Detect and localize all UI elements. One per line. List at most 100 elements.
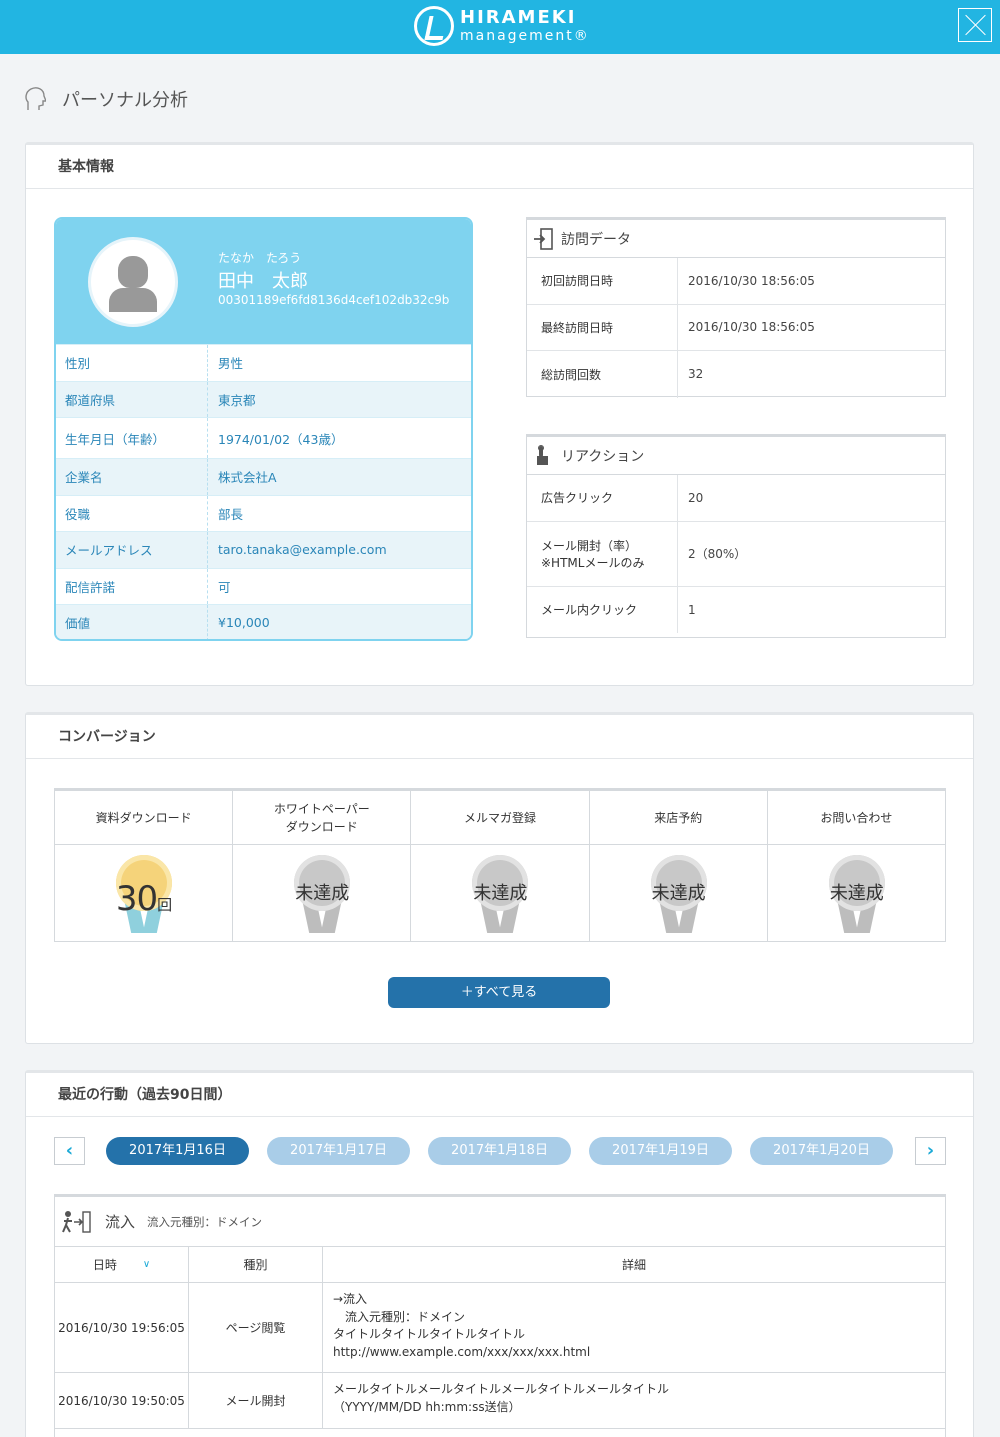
detail-line: →流入 (333, 1292, 368, 1306)
profile-row-label: 生年月日（年齢） (56, 418, 208, 458)
person-enter-icon (62, 1210, 91, 1233)
conversion-item: メルマガ登録 未達成 (411, 791, 590, 941)
profile-row: 都道府県 東京都 (56, 380, 471, 417)
reaction-row: メール内クリック 1 (527, 586, 945, 633)
silver-medal-icon: 未達成 (649, 855, 709, 945)
row-detail: メールタイトルメールタイトルメールタイトルメールタイトル （YYYY/MM/DD… (323, 1373, 945, 1428)
detail-url[interactable]: http://www.example.com/xxx/xxx/xxx.html (333, 1344, 935, 1362)
visit-value: 2016/10/30 18:56:05 (688, 273, 815, 288)
column-label: 日時 (92, 1258, 117, 1272)
profile-row-label: 都道府県 (56, 381, 208, 417)
conversion-name: 資料ダウンロード (55, 791, 233, 845)
profile-row-value: 株式会社A (218, 470, 277, 486)
profile-row: メールアドレス taro.tanaka@example.com (56, 531, 471, 568)
visit-row: 最終訪問日時 2016/10/30 18:56:05 (527, 304, 945, 351)
email-value[interactable]: taro.tanaka@example.com (208, 532, 387, 568)
silver-medal-icon: 未達成 (470, 855, 530, 945)
profile-row-value: 可 (218, 579, 231, 595)
date-tab[interactable]: 2017年1月16日 (106, 1137, 249, 1165)
profile-row-label: メールアドレス (56, 532, 208, 568)
visit-data-title: 訪問データ (561, 231, 631, 248)
profile-row: 役職 部長 (56, 494, 471, 531)
visit-label: 総訪問回数 (527, 351, 678, 398)
profile-rows: 性別 男性 都道府県 東京都 生年月日（年齢） 1974/01/02（43歳） 企業名… (56, 344, 471, 639)
head-profile-icon (25, 87, 46, 110)
row-datetime: 2016/10/30 19:50:05 (55, 1373, 189, 1428)
silver-medal-icon: 未達成 (292, 855, 352, 945)
close-icon[interactable] (958, 8, 992, 42)
basic-info-panel: 基本情報 たなか たろう 田中 太郎 00301189ef6fd8136d4ce… (25, 142, 974, 686)
avatar (88, 237, 178, 327)
inflow-title: 流入 (105, 1213, 136, 1231)
detail-line: タイトルタイトルタイトルタイトル (333, 1327, 526, 1341)
table-row: 2016/10/30 19:56:05 ページ閲覧 →流入 流入元種別：ドメイン… (55, 1283, 945, 1373)
silver-medal-icon: 未達成 (827, 855, 887, 945)
detail-line: （YYYY/MM/DD hh:mm:ss送信） (333, 1399, 521, 1414)
conversion-item: 資料ダウンロード 30回 (55, 791, 234, 941)
see-all-button[interactable]: ＋すべて見る (388, 977, 610, 1008)
next-arrow-icon[interactable]: › (915, 1137, 946, 1165)
prev-arrow-icon[interactable]: ‹ (54, 1137, 85, 1165)
user-id: 00301189ef6fd8136d4cef102db32c9b (218, 293, 450, 307)
conversion-name: 来店予約 (589, 791, 767, 845)
date-navigator: ‹ 2017年1月16日 2017年1月17日 2017年1月18日 2017年… (54, 1137, 946, 1167)
gold-medal-icon: 30回 (114, 855, 174, 945)
visit-value: 32 (688, 367, 704, 382)
profile-row-label: 企業名 (56, 459, 208, 495)
table-row: 2016/10/30 19:50:05 メール開封 メールタイトルメールタイトル… (55, 1373, 945, 1429)
profile-row: 企業名 株式会社A (56, 458, 471, 495)
profile-row-label: 価値 (56, 605, 208, 639)
reaction-row: メール開封（率） ※HTMLメールのみ 2（80%） (527, 521, 945, 587)
conversion-item: 来店予約 未達成 (589, 791, 768, 941)
conversion-status: 未達成 (651, 883, 706, 904)
conversion-status: 未達成 (473, 883, 528, 904)
recent-actions-panel: 最近の行動（過去90日間） ‹ 2017年1月16日 2017年1月17日 20… (25, 1070, 974, 1437)
conversion-count: 30 (115, 879, 158, 919)
profile-row: 生年月日（年齢） 1974/01/02（43歳） (56, 417, 471, 458)
visit-value: 2016/10/30 18:56:05 (688, 320, 815, 335)
column-datetime[interactable]: 日時 ∨ (55, 1247, 189, 1282)
conversion-name: ホワイトペーパー ダウンロード (233, 791, 411, 845)
row-detail: →流入 流入元種別：ドメイン タイトルタイトルタイトルタイトル http://w… (323, 1283, 945, 1372)
row-type: メール開封 (189, 1373, 323, 1428)
reaction-value: 20 (688, 490, 704, 505)
reaction-label: メール開封（率） (541, 538, 638, 553)
profile-row-value: 男性 (218, 356, 244, 372)
inflow-table-header: 日時 ∨ 種別 詳細 (55, 1247, 945, 1283)
reaction-value: 2（80%） (688, 547, 747, 561)
date-tab[interactable]: 2017年1月19日 (589, 1137, 732, 1165)
finger-tap-icon (537, 444, 548, 465)
date-tab[interactable]: 2017年1月20日 (750, 1137, 893, 1165)
visit-label: 初回訪問日時 (527, 258, 678, 304)
conversion-status: 未達成 (295, 883, 350, 904)
reaction-table: リアクション 広告クリック 20 メール開封（率） ※HTMLメールのみ 2（80%）… (526, 434, 946, 638)
profile-row-label: 性別 (56, 345, 208, 381)
conversion-status: 未達成 (829, 883, 884, 904)
basic-info-heading: 基本情報 (26, 145, 973, 189)
date-tab[interactable]: 2017年1月18日 (428, 1137, 571, 1165)
conversion-unit: 回 (157, 896, 173, 914)
reaction-note: ※HTMLメールのみ (541, 555, 645, 570)
brand-logo: HIRAMEKI management® (414, 5, 590, 47)
sort-chevron-icon[interactable]: ∨ (143, 1259, 150, 1270)
reaction-label: メール内クリック (541, 603, 638, 618)
reaction-label: 広告クリック (541, 491, 614, 506)
visit-row: 初回訪問日時 2016/10/30 18:56:05 (527, 258, 945, 305)
reaction-title: リアクション (561, 448, 645, 465)
brand-subname: management® (460, 28, 590, 44)
date-tab[interactable]: 2017年1月17日 (267, 1137, 410, 1165)
conversion-panel: コンバージョン 資料ダウンロード 30回 ホワイトペーパー ダウンロード 未達成… (25, 712, 974, 1044)
brand-name: HIRAMEKI (460, 7, 577, 28)
visit-row: 総訪問回数 32 (527, 351, 945, 398)
conversion-name: お問い合わせ (767, 791, 946, 845)
top-bar: HIRAMEKI management® (0, 0, 1000, 54)
profile-row: 性別 男性 (56, 344, 471, 381)
profile-row-value: ¥10,000 (218, 615, 270, 631)
profile-row-value: 東京都 (218, 392, 256, 408)
profile-row: 配信許諾可 (56, 567, 471, 604)
user-name: 田中 太郎 (218, 271, 308, 292)
conversion-name: メルマガ登録 (411, 791, 589, 845)
reaction-row: 広告クリック 20 (527, 475, 945, 522)
column-type: 種別 (189, 1247, 323, 1282)
column-detail: 詳細 (621, 1258, 646, 1272)
